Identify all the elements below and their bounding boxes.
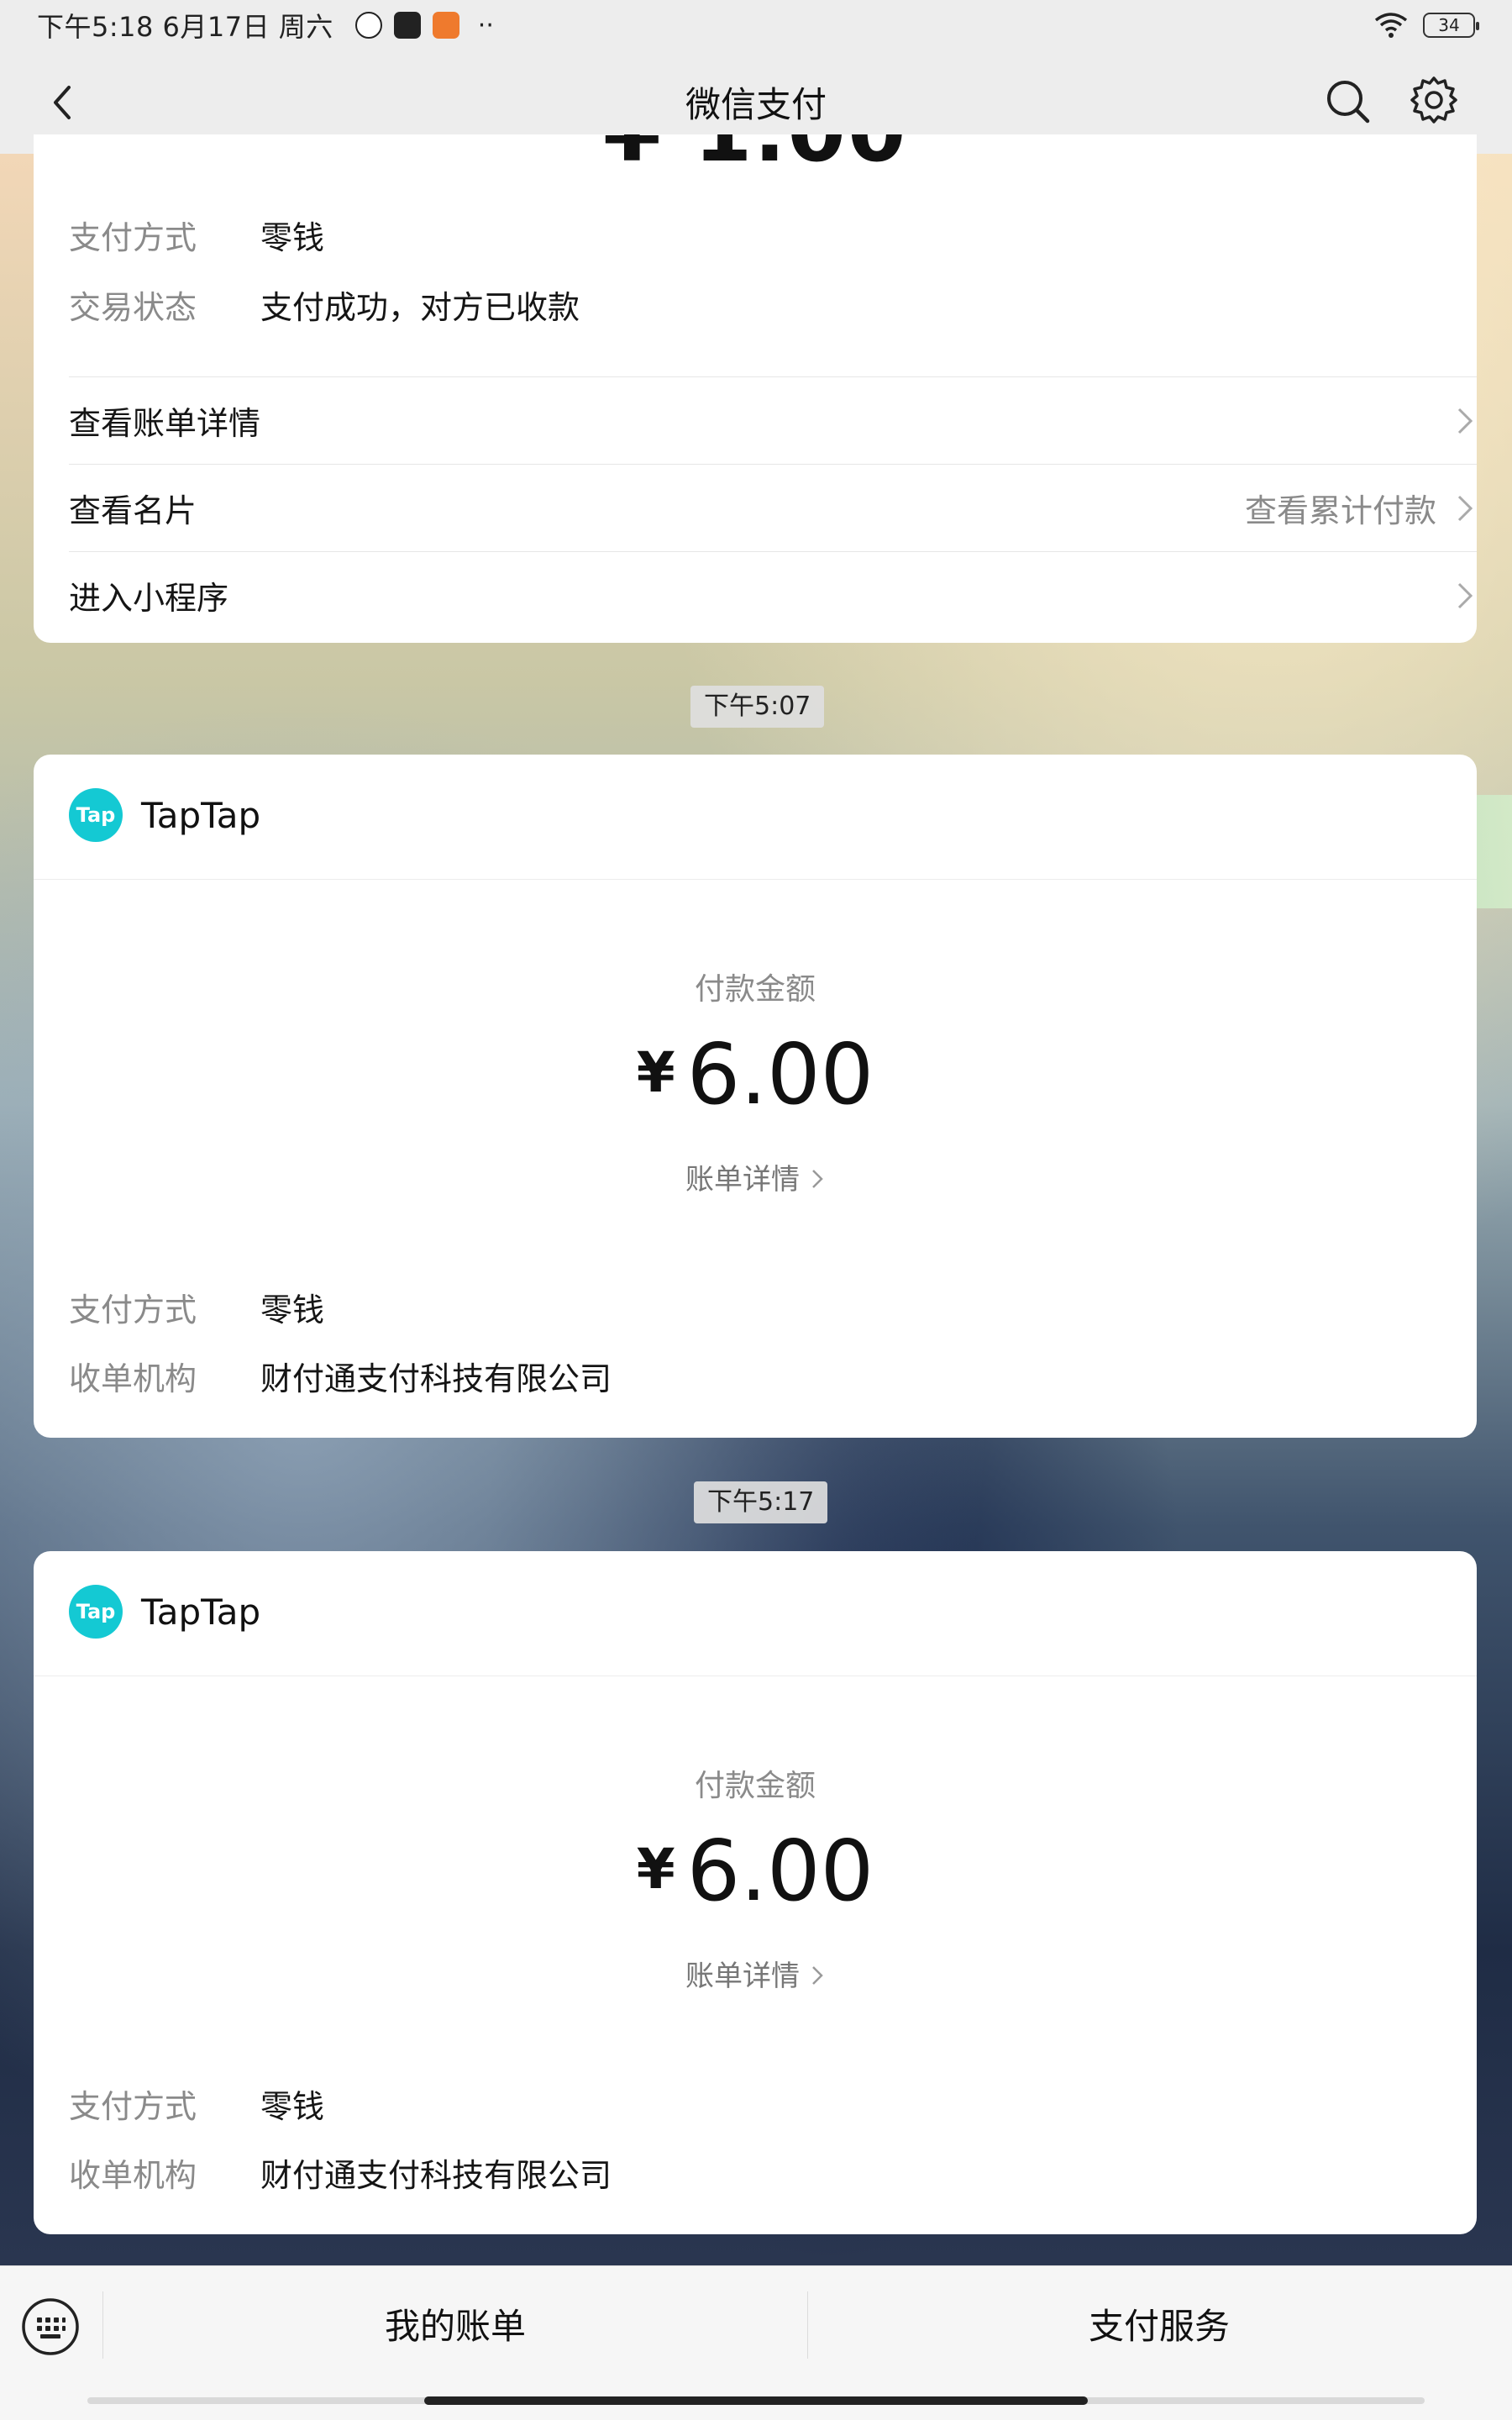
chevron-right-icon [1457,495,1473,521]
bill-details-link[interactable]: 账单详情 [34,1953,1477,1994]
info-value: 支付成功，对方已收款 [260,289,580,326]
info-row-payment-method: 支付方式 零钱 [69,1284,324,1330]
divider [34,879,1477,880]
info-key: 收单机构 [69,2157,197,2194]
taptap-logo-icon: Tap [69,788,123,842]
amount-number: 6.00 [686,1025,874,1123]
info-value: 零钱 [260,219,325,256]
merchant-header[interactable]: Tap TapTap [69,1585,260,1639]
chevron-right-icon [812,1170,823,1188]
info-value: 零钱 [260,1292,325,1328]
taptap-logo-icon: Tap [69,1585,123,1639]
link-label: 查看账单详情 [69,405,261,442]
link-label: 查看名片 [69,492,197,529]
view-cumulative-payments-text: 查看累计付款 [1244,492,1436,529]
amount-label: 付款金额 [694,1769,816,1803]
payment-amount-clipped: ¥ 1.00 [34,134,1477,181]
bill-details-label: 账单详情 [685,1960,800,1993]
payment-card-previous: ¥ 1.00 支付方式 零钱 交易状态 支付成功，对方已收款 查看账单详情 查看… [34,134,1477,643]
info-key: 交易状态 [69,289,197,326]
status-app-icons: ·· [354,10,494,40]
payment-amount: ¥6.00 [34,1822,1477,1920]
payment-card[interactable]: Tap TapTap 付款金额 ¥6.00 账单详情 支付方式 零钱 收单机构 … [34,755,1477,1438]
view-business-card-link[interactable]: 查看名片 查看累计付款 [69,464,1477,551]
qq-icon [354,12,382,39]
audio-app-icon [393,12,421,39]
search-icon[interactable] [1324,77,1371,124]
amount-label: 付款金额 [694,972,816,1007]
merchant-name: TapTap [141,794,261,836]
chevron-right-icon [1457,582,1473,608]
info-row-payment-method: 支付方式 零钱 [69,212,324,258]
bill-details-label: 账单详情 [685,1163,800,1197]
keyboard-icon[interactable] [20,2296,81,2357]
message-timestamp: 下午5:07 [690,686,825,728]
bottom-menu-bar: 我的账单 支付服务 [0,2265,1512,2420]
link-label: 进入小程序 [69,580,229,617]
info-key: 支付方式 [69,219,197,256]
battery-indicator: 34 [1423,13,1479,38]
bill-details-link[interactable]: 账单详情 [34,1156,1477,1197]
info-row-payment-method: 支付方式 零钱 [69,2081,324,2127]
view-bill-details-link[interactable]: 查看账单详情 [69,376,1477,464]
info-key: 收单机构 [69,1360,197,1397]
info-row-acquirer: 收单机构 财付通支付科技有限公司 [69,1353,612,1399]
currency-symbol: ¥ [636,1040,675,1105]
wifi-icon [1374,13,1408,38]
info-key: 支付方式 [69,1292,197,1328]
payment-amount: ¥6.00 [34,1025,1477,1123]
message-timestamp: 下午5:17 [694,1481,828,1523]
home-indicator[interactable] [424,2396,1088,2405]
currency-symbol: ¥ [636,1837,675,1902]
amount-number: 6.00 [686,1822,874,1920]
info-value: 零钱 [260,2088,325,2125]
enter-mini-program-link[interactable]: 进入小程序 [69,551,1477,639]
my-bills-menu[interactable]: 我的账单 [104,2298,806,2349]
page-title: 微信支付 [685,84,827,125]
payment-card[interactable]: Tap TapTap 付款金额 ¥6.00 账单详情 支付方式 零钱 收单机构 … [34,1551,1477,2234]
info-value: 财付通支付科技有限公司 [260,1360,612,1397]
gear-icon[interactable] [1410,76,1458,124]
more-notifications-icon: ·· [477,10,494,40]
chevron-left-icon[interactable] [44,82,84,123]
merchant-name: TapTap [141,1591,261,1633]
info-row-acquirer: 收单机构 财付通支付科技有限公司 [69,2149,612,2196]
merchant-header[interactable]: Tap TapTap [69,788,260,842]
chevron-right-icon [1457,408,1473,434]
info-row-transaction-status: 交易状态 支付成功，对方已收款 [69,281,580,328]
chevron-right-icon [812,1966,823,1985]
payment-services-menu[interactable]: 支付服务 [808,2298,1510,2349]
status-bar: 下午5:18 6月17日 周六 ·· 34 [0,0,1512,50]
info-value: 财付通支付科技有限公司 [260,2157,612,2194]
orange-app-icon [432,12,459,39]
status-time: 下午5:18 6月17日 周六 [37,11,333,43]
menu-separator [102,2291,103,2359]
info-key: 支付方式 [69,2088,197,2125]
